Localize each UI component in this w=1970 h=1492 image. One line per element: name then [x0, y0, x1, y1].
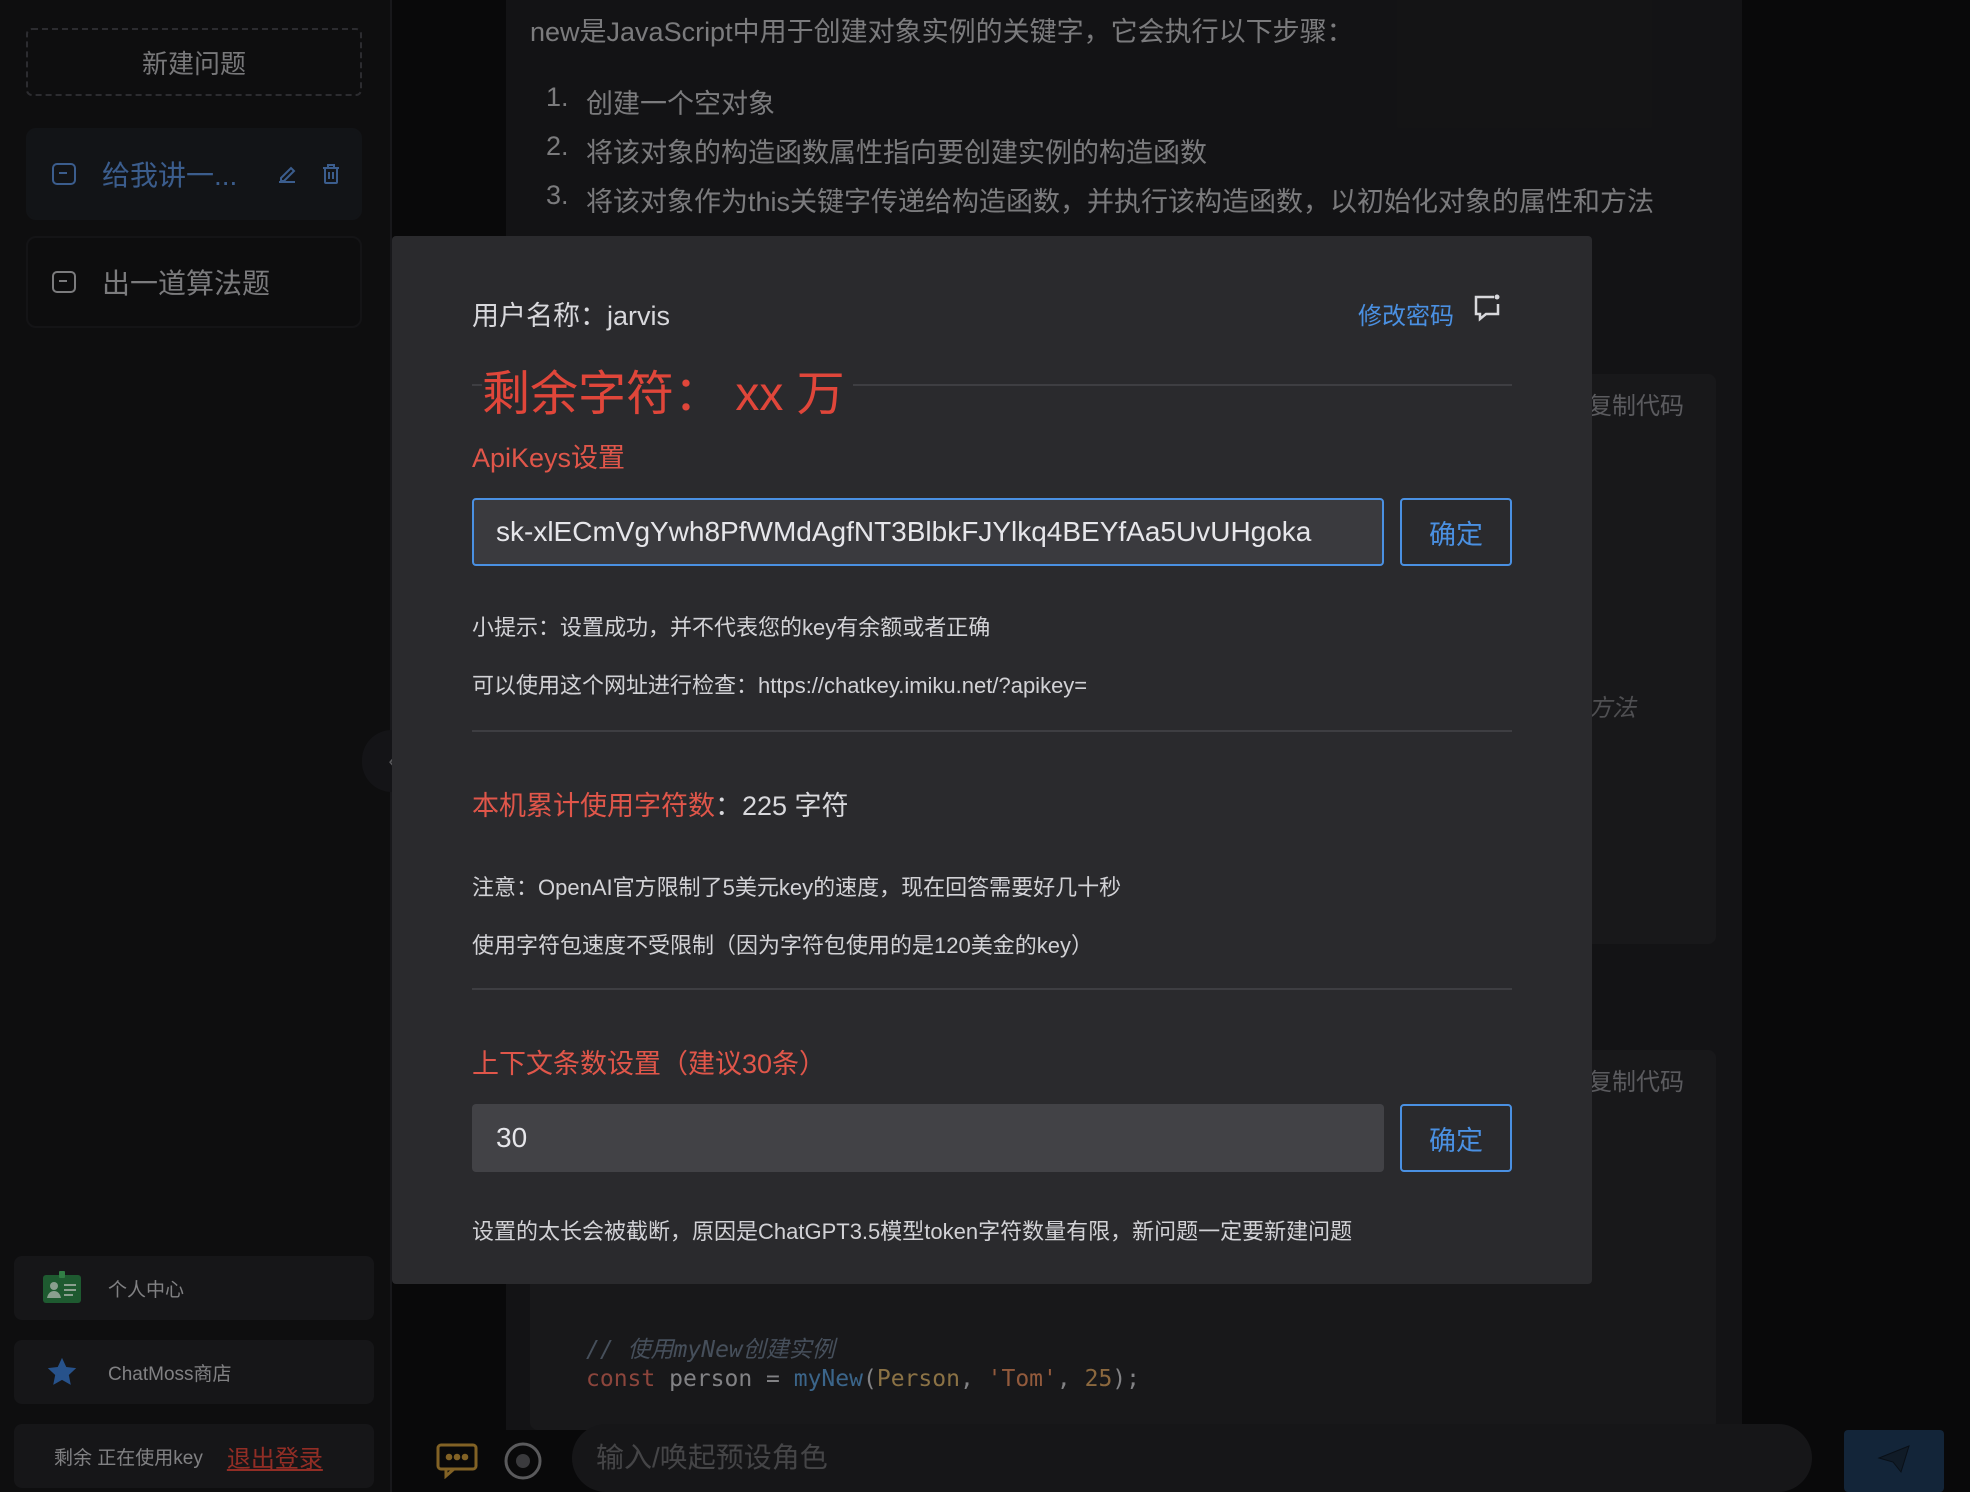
section-divider	[472, 730, 1512, 732]
usage-row: 本机累计使用字符数：225 字符	[472, 784, 849, 823]
context-count-input[interactable]	[472, 1104, 1384, 1172]
section-divider	[472, 988, 1512, 990]
usage-value: ：225 字符	[715, 791, 849, 821]
apikey-check-url: 可以使用这个网址进行检查：https://chatkey.imiku.net/?…	[472, 673, 1088, 698]
settings-modal: 用户名称：jarvis 修改密码 剩余字符： xx 万 ApiKeys设置 确定…	[392, 236, 1592, 1284]
apikey-tip: 小提示：设置成功，并不代表您的key有余额或者正确	[472, 615, 991, 640]
apikey-confirm-button[interactable]: 确定	[1400, 498, 1512, 566]
apikeys-title: ApiKeys设置	[472, 443, 626, 473]
username-label: 用户名称：	[472, 301, 607, 331]
usage-label: 本机累计使用字符数	[472, 791, 715, 821]
username-row: 用户名称：jarvis	[472, 294, 670, 333]
context-count-title: 上下文条数设置（建议30条）	[472, 1049, 827, 1079]
context-note: 设置的太长会被截断，原因是ChatGPT3.5模型token字符数量有限，新问题…	[472, 1219, 1353, 1244]
package-notice: 使用字符包速度不受限制（因为字符包使用的是120美金的key）	[472, 933, 1093, 958]
context-confirm-button[interactable]: 确定	[1400, 1104, 1512, 1172]
username-value: jarvis	[607, 301, 671, 331]
feedback-icon[interactable]	[1472, 292, 1504, 324]
speed-notice: 注意：OpenAI官方限制了5美元key的速度，现在回答需要好几十秒	[472, 875, 1122, 900]
apikey-input[interactable]	[472, 498, 1384, 566]
change-password-link[interactable]: 修改密码	[1358, 296, 1454, 331]
remaining-characters: 剩余字符： xx 万	[482, 354, 853, 424]
